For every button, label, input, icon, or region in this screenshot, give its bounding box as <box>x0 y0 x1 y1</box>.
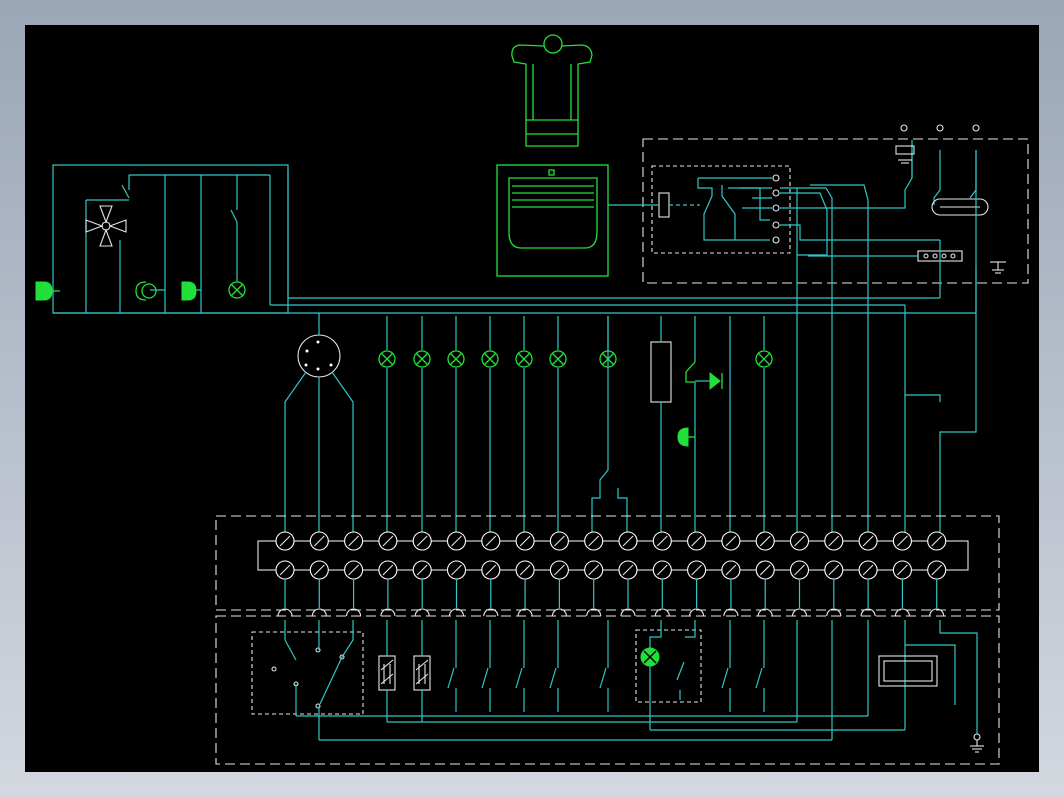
drawing-area <box>25 25 1039 772</box>
indicator-lamp <box>640 647 660 667</box>
schematic-canvas <box>25 25 1039 772</box>
